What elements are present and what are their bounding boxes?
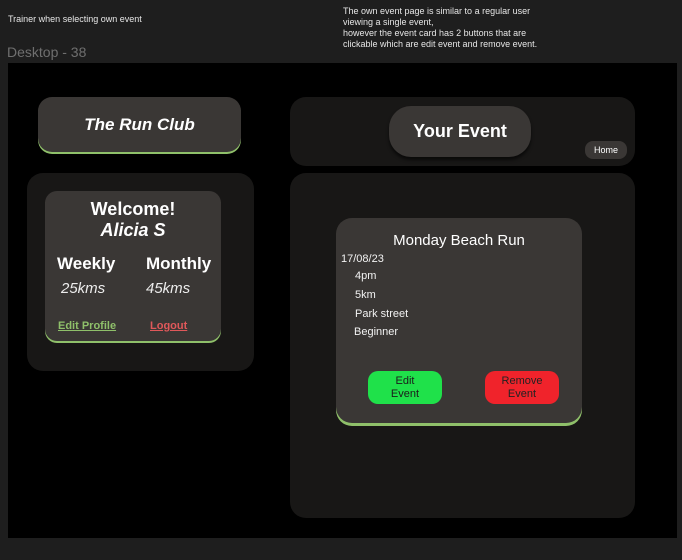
- welcome-heading: Welcome!: [90, 199, 176, 219]
- edit-profile-link[interactable]: Edit Profile: [58, 320, 116, 332]
- annotation-left: Trainer when selecting own event: [8, 14, 142, 24]
- edit-event-button[interactable]: Edit Event: [368, 371, 442, 404]
- event-location: Park street: [355, 308, 409, 320]
- remove-event-label-line: Event: [507, 387, 537, 400]
- weekly-label: Weekly: [57, 254, 116, 273]
- profile-card: Welcome! Alicia S Weekly Monthly 25kms 4…: [45, 191, 221, 341]
- event-date: 17/08/23: [341, 253, 384, 265]
- weekly-value: 25kms: [61, 280, 106, 297]
- logout-link[interactable]: Logout: [150, 320, 187, 332]
- event-title: Monday Beach Run: [393, 232, 525, 249]
- annotation-line: clickable which are edit event and remov…: [343, 39, 538, 49]
- monthly-value: 45kms: [146, 280, 191, 297]
- page-title: Your Event: [413, 121, 507, 141]
- monthly-label: Monthly: [146, 254, 212, 273]
- event-time: 4pm: [355, 270, 377, 282]
- annotation-line: however the event card has 2 buttons tha…: [343, 28, 527, 38]
- event-level: Beginner: [354, 326, 399, 338]
- remove-event-label-line: Remove: [501, 374, 543, 387]
- event-panel: Monday Beach Run 17/08/23 4pm 5km Park s…: [290, 173, 635, 518]
- edit-event-label: Edit Event: [391, 375, 419, 401]
- frame-label: Desktop - 38: [7, 44, 87, 60]
- remove-event-label: Remove Event: [502, 375, 543, 401]
- header-panel: Your Event Home: [290, 97, 635, 166]
- event-distance: 5km: [355, 289, 376, 301]
- annotation-line: The own event page is similar to a regul…: [343, 6, 531, 16]
- brand-title: The Run Club: [84, 114, 195, 134]
- annotation-right: The own event page is similar to a regul…: [343, 6, 583, 50]
- remove-event-button[interactable]: Remove Event: [485, 371, 559, 404]
- user-name: Alicia S: [100, 220, 166, 240]
- profile-panel: Welcome! Alicia S Weekly Monthly 25kms 4…: [27, 173, 254, 371]
- annotation-line: viewing a single event,: [343, 17, 434, 27]
- edit-event-label-line: Event: [390, 387, 420, 400]
- page-title-pill: Your Event: [389, 106, 531, 157]
- desktop-frame: The Run Club Welcome! Alicia S Weekly Mo…: [8, 63, 677, 538]
- edit-event-label-line: Edit: [395, 374, 415, 387]
- event-card: Monday Beach Run 17/08/23 4pm 5km Park s…: [336, 218, 582, 423]
- brand-box[interactable]: The Run Club: [38, 97, 241, 152]
- home-button[interactable]: Home: [585, 141, 627, 159]
